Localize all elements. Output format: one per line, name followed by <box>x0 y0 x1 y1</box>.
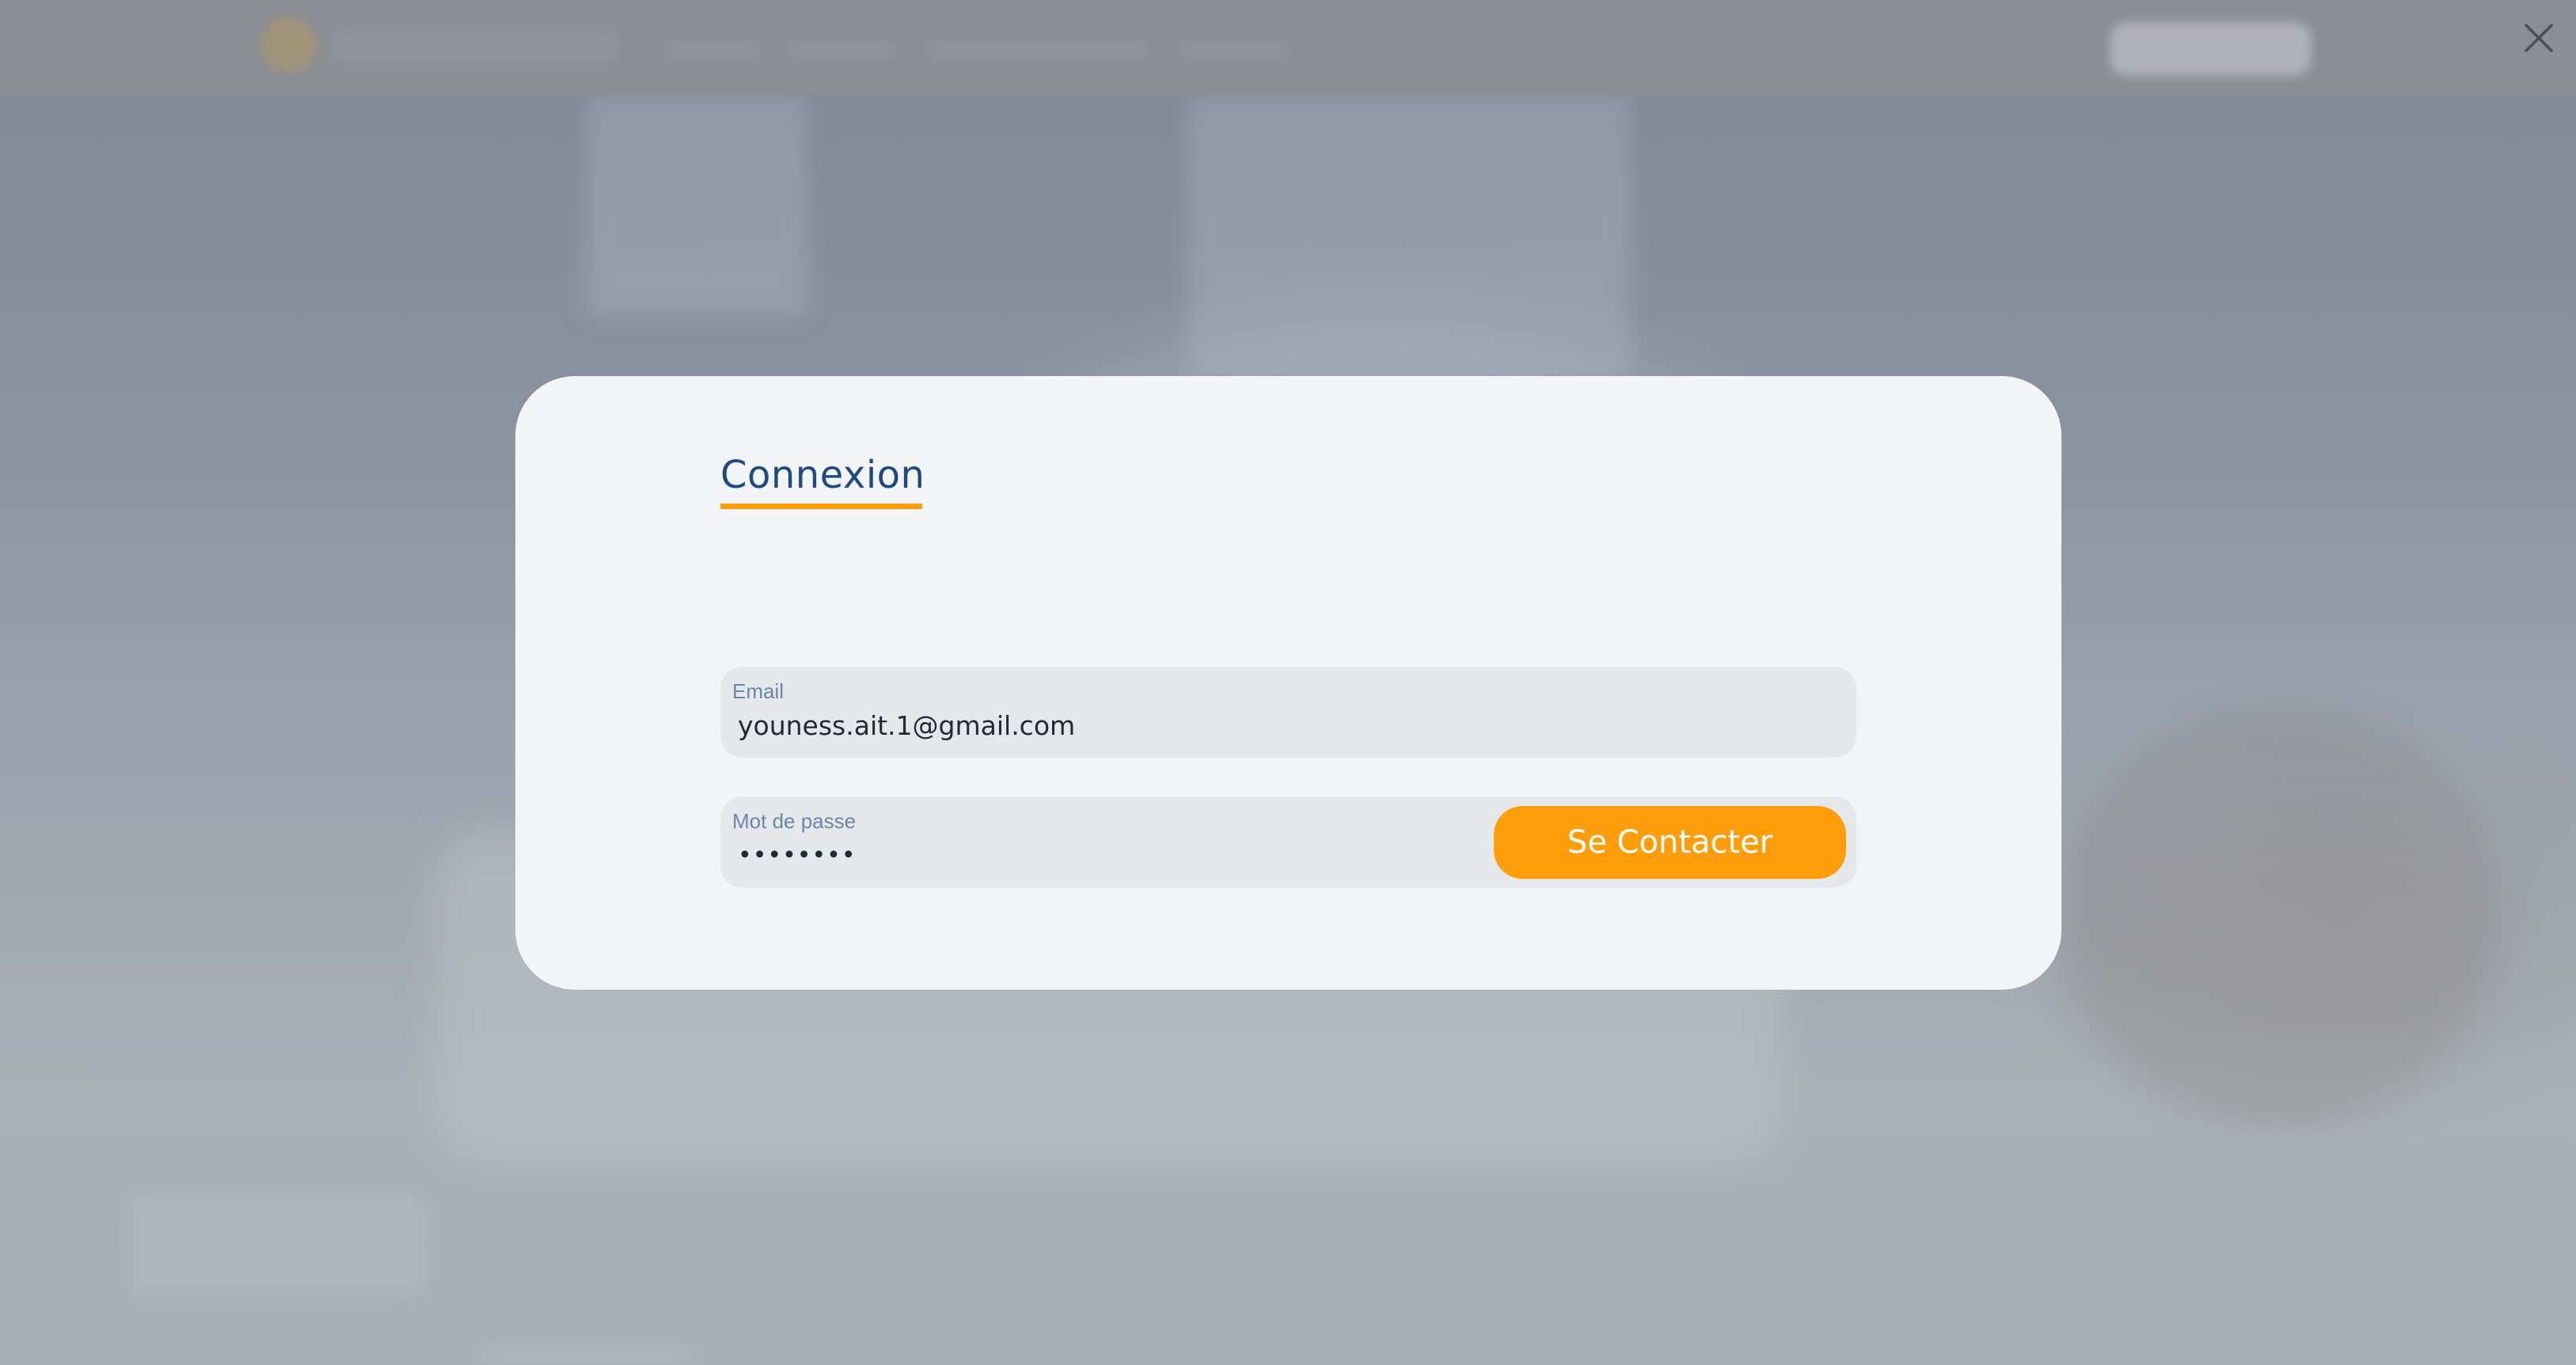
email-field-label: Email <box>732 679 785 703</box>
title-underline <box>720 504 922 509</box>
email-field[interactable]: Email <box>720 667 1856 758</box>
submit-button[interactable]: Se Contacter <box>1494 806 1846 879</box>
background-block <box>127 1196 427 1298</box>
background-plate-shape <box>2058 713 2502 1124</box>
close-icon[interactable] <box>2523 22 2555 54</box>
background-window-shape <box>586 95 807 317</box>
email-input[interactable] <box>738 706 1450 744</box>
login-modal: Connexion Email Mot de passe Se Contacte… <box>515 376 2061 990</box>
password-input[interactable] <box>738 836 1450 874</box>
blurred-nav-link <box>788 40 895 59</box>
close-icon-glyph <box>2525 24 2553 52</box>
background-block <box>475 1346 697 1365</box>
blurred-navbar <box>0 0 2576 95</box>
blurred-nav-link <box>665 40 760 59</box>
blurred-nav-button <box>2110 22 2312 76</box>
blurred-nav-link <box>926 40 1148 59</box>
blurred-logo-text <box>332 32 617 62</box>
modal-title: Connexion <box>720 453 925 497</box>
blurred-nav-link <box>1180 40 1290 59</box>
password-field[interactable]: Mot de passe Se Contacter <box>720 797 1856 888</box>
password-field-label: Mot de passe <box>732 809 857 833</box>
background-window-shape <box>1187 95 1631 380</box>
blurred-logo <box>261 17 317 73</box>
